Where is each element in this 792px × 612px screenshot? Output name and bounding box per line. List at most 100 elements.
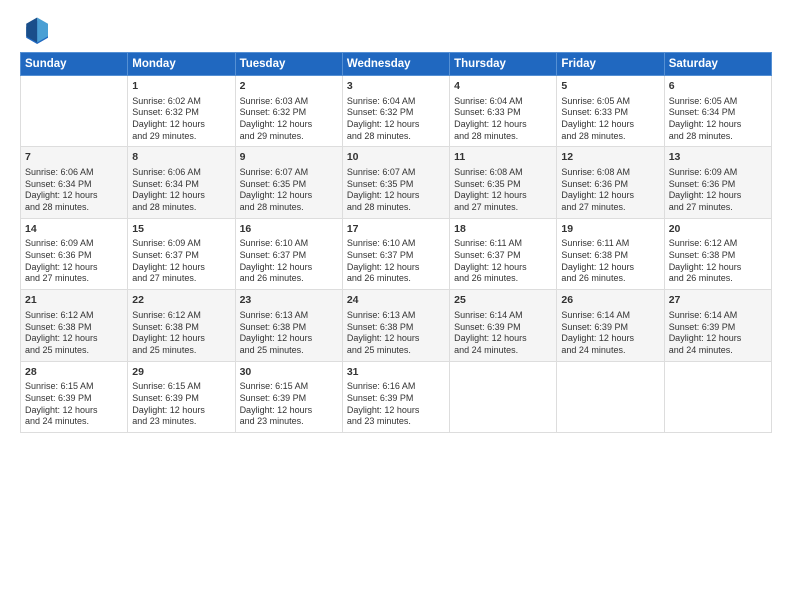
- calendar-cell: 4Sunrise: 6:04 AMSunset: 6:33 PMDaylight…: [450, 76, 557, 147]
- cell-info: Sunrise: 6:11 AM: [454, 238, 552, 250]
- col-header-sunday: Sunday: [21, 53, 128, 76]
- cell-info: Sunset: 6:36 PM: [561, 179, 659, 191]
- day-number: 6: [669, 80, 767, 94]
- calendar-cell: 31Sunrise: 6:16 AMSunset: 6:39 PMDayligh…: [342, 361, 449, 432]
- cell-info: Sunrise: 6:15 AM: [240, 381, 338, 393]
- calendar-cell: 25Sunrise: 6:14 AMSunset: 6:39 PMDayligh…: [450, 290, 557, 361]
- cell-info: Daylight: 12 hours: [25, 190, 123, 202]
- cell-info: Daylight: 12 hours: [561, 119, 659, 131]
- cell-info: Daylight: 12 hours: [454, 190, 552, 202]
- day-number: 16: [240, 223, 338, 237]
- calendar-cell: 13Sunrise: 6:09 AMSunset: 6:36 PMDayligh…: [664, 147, 771, 218]
- day-number: 1: [132, 80, 230, 94]
- day-number: 7: [25, 151, 123, 165]
- cell-info: Sunrise: 6:05 AM: [561, 96, 659, 108]
- cell-info: Sunrise: 6:14 AM: [669, 310, 767, 322]
- cell-info: and 29 minutes.: [240, 131, 338, 143]
- calendar-cell: [450, 361, 557, 432]
- cell-info: Daylight: 12 hours: [132, 405, 230, 417]
- col-header-saturday: Saturday: [664, 53, 771, 76]
- cell-info: Daylight: 12 hours: [561, 262, 659, 274]
- cell-info: and 28 minutes.: [132, 202, 230, 214]
- cell-info: Sunset: 6:32 PM: [132, 107, 230, 119]
- cell-info: and 25 minutes.: [25, 345, 123, 357]
- cell-info: Sunrise: 6:15 AM: [132, 381, 230, 393]
- cell-info: Sunset: 6:38 PM: [25, 322, 123, 334]
- cell-info: and 26 minutes.: [669, 273, 767, 285]
- cell-info: and 23 minutes.: [132, 416, 230, 428]
- cell-info: Sunrise: 6:06 AM: [25, 167, 123, 179]
- cell-info: and 26 minutes.: [240, 273, 338, 285]
- cell-info: Daylight: 12 hours: [240, 190, 338, 202]
- cell-info: Sunset: 6:32 PM: [347, 107, 445, 119]
- week-row-1: 1Sunrise: 6:02 AMSunset: 6:32 PMDaylight…: [21, 76, 772, 147]
- cell-info: Sunrise: 6:13 AM: [240, 310, 338, 322]
- cell-info: Daylight: 12 hours: [240, 119, 338, 131]
- cell-info: and 27 minutes.: [454, 202, 552, 214]
- cell-info: Daylight: 12 hours: [132, 333, 230, 345]
- cell-info: Sunset: 6:33 PM: [454, 107, 552, 119]
- week-row-2: 7Sunrise: 6:06 AMSunset: 6:34 PMDaylight…: [21, 147, 772, 218]
- day-number: 10: [347, 151, 445, 165]
- cell-info: and 27 minutes.: [25, 273, 123, 285]
- cell-info: Sunset: 6:39 PM: [240, 393, 338, 405]
- cell-info: Sunset: 6:35 PM: [240, 179, 338, 191]
- cell-info: Daylight: 12 hours: [347, 333, 445, 345]
- cell-info: Sunset: 6:39 PM: [561, 322, 659, 334]
- cell-info: Daylight: 12 hours: [347, 190, 445, 202]
- calendar-cell: 24Sunrise: 6:13 AMSunset: 6:38 PMDayligh…: [342, 290, 449, 361]
- cell-info: Sunset: 6:37 PM: [347, 250, 445, 262]
- cell-info: and 25 minutes.: [240, 345, 338, 357]
- cell-info: Sunset: 6:37 PM: [454, 250, 552, 262]
- cell-info: Sunset: 6:34 PM: [669, 107, 767, 119]
- calendar-cell: 29Sunrise: 6:15 AMSunset: 6:39 PMDayligh…: [128, 361, 235, 432]
- calendar-cell: 5Sunrise: 6:05 AMSunset: 6:33 PMDaylight…: [557, 76, 664, 147]
- cell-info: and 28 minutes.: [669, 131, 767, 143]
- cell-info: Daylight: 12 hours: [240, 262, 338, 274]
- cell-info: and 24 minutes.: [561, 345, 659, 357]
- cell-info: Daylight: 12 hours: [132, 119, 230, 131]
- day-number: 29: [132, 366, 230, 380]
- calendar-cell: 26Sunrise: 6:14 AMSunset: 6:39 PMDayligh…: [557, 290, 664, 361]
- day-number: 12: [561, 151, 659, 165]
- day-number: 11: [454, 151, 552, 165]
- day-number: 8: [132, 151, 230, 165]
- cell-info: Sunrise: 6:09 AM: [25, 238, 123, 250]
- cell-info: Sunrise: 6:06 AM: [132, 167, 230, 179]
- cell-info: Daylight: 12 hours: [347, 405, 445, 417]
- cell-info: and 24 minutes.: [454, 345, 552, 357]
- cell-info: Sunrise: 6:04 AM: [347, 96, 445, 108]
- cell-info: Sunset: 6:38 PM: [669, 250, 767, 262]
- cell-info: Sunset: 6:34 PM: [25, 179, 123, 191]
- cell-info: and 27 minutes.: [132, 273, 230, 285]
- calendar-cell: [21, 76, 128, 147]
- day-number: 28: [25, 366, 123, 380]
- cell-info: Sunrise: 6:12 AM: [132, 310, 230, 322]
- week-row-4: 21Sunrise: 6:12 AMSunset: 6:38 PMDayligh…: [21, 290, 772, 361]
- cell-info: and 23 minutes.: [240, 416, 338, 428]
- cell-info: Sunrise: 6:14 AM: [454, 310, 552, 322]
- cell-info: and 26 minutes.: [454, 273, 552, 285]
- cell-info: Sunrise: 6:14 AM: [561, 310, 659, 322]
- cell-info: Sunrise: 6:04 AM: [454, 96, 552, 108]
- day-number: 25: [454, 294, 552, 308]
- cell-info: Sunset: 6:36 PM: [669, 179, 767, 191]
- calendar-cell: 11Sunrise: 6:08 AMSunset: 6:35 PMDayligh…: [450, 147, 557, 218]
- cell-info: Daylight: 12 hours: [132, 262, 230, 274]
- calendar-cell: 20Sunrise: 6:12 AMSunset: 6:38 PMDayligh…: [664, 218, 771, 289]
- cell-info: and 25 minutes.: [132, 345, 230, 357]
- cell-info: Sunrise: 6:10 AM: [240, 238, 338, 250]
- page: SundayMondayTuesdayWednesdayThursdayFrid…: [0, 0, 792, 612]
- cell-info: and 29 minutes.: [132, 131, 230, 143]
- day-number: 13: [669, 151, 767, 165]
- cell-info: Daylight: 12 hours: [347, 119, 445, 131]
- cell-info: Sunrise: 6:02 AM: [132, 96, 230, 108]
- col-header-friday: Friday: [557, 53, 664, 76]
- cell-info: Sunset: 6:39 PM: [454, 322, 552, 334]
- calendar-cell: 17Sunrise: 6:10 AMSunset: 6:37 PMDayligh…: [342, 218, 449, 289]
- calendar-cell: 23Sunrise: 6:13 AMSunset: 6:38 PMDayligh…: [235, 290, 342, 361]
- calendar-cell: 15Sunrise: 6:09 AMSunset: 6:37 PMDayligh…: [128, 218, 235, 289]
- calendar-cell: 8Sunrise: 6:06 AMSunset: 6:34 PMDaylight…: [128, 147, 235, 218]
- calendar-cell: 16Sunrise: 6:10 AMSunset: 6:37 PMDayligh…: [235, 218, 342, 289]
- day-number: 31: [347, 366, 445, 380]
